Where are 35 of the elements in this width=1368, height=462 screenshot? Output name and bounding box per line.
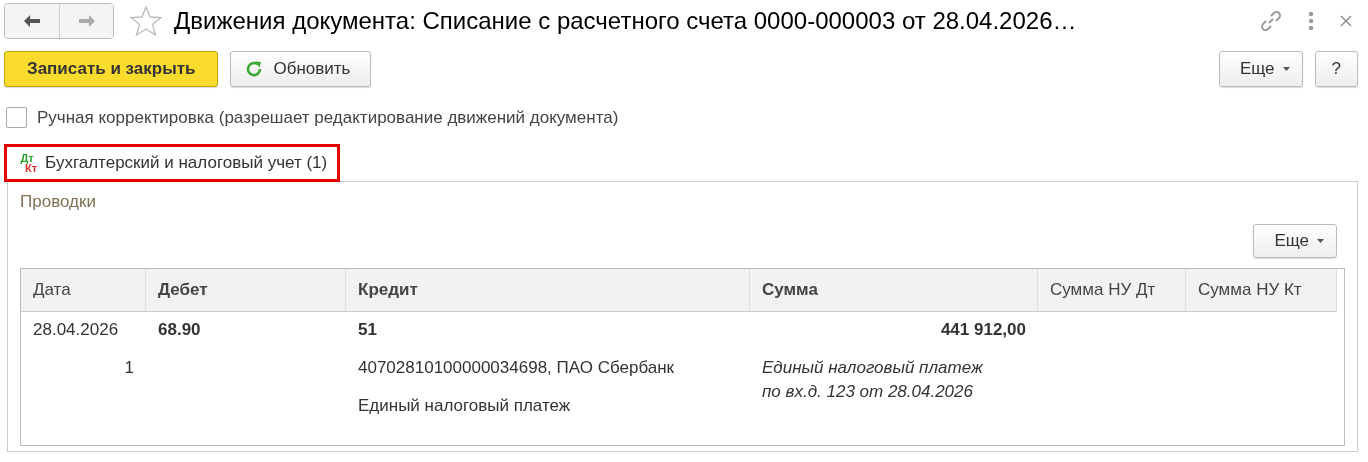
forward-arrow-icon	[77, 14, 96, 28]
table-cell-text: 1	[123, 358, 134, 378]
more-button[interactable]: Еще	[1218, 51, 1303, 87]
star-icon[interactable]	[130, 5, 162, 37]
column-header[interactable]: Кредит	[346, 269, 750, 312]
caret-icon	[1317, 239, 1324, 243]
table-cell-text: Единый налоговый платеж	[358, 396, 572, 416]
caret-icon	[1282, 67, 1290, 71]
close-icon[interactable]	[1340, 15, 1352, 27]
column-header[interactable]: Дебет	[146, 269, 346, 312]
table-cell-text: 40702810100000034698, ПАО Сбербанк	[358, 358, 676, 378]
save-and-close-button[interactable]: Записать и закрыть	[4, 51, 219, 87]
debit-credit-icon: Дт Кт	[17, 153, 38, 173]
checkbox[interactable]	[6, 107, 27, 128]
column-header[interactable]: Сумма НУ Кт	[1186, 269, 1337, 312]
table-cell-text: 441 912,00	[939, 320, 1026, 340]
refresh-icon	[245, 60, 264, 78]
column-header[interactable]: Сумма НУ Дт	[1038, 269, 1186, 312]
window-title: Движения документа: Списание с расчетного счета 0000-000003 от 28.04.2026…	[174, 7, 1078, 35]
table-cell-text: 28.04.2026	[33, 320, 120, 340]
back-arrow-icon	[23, 14, 41, 28]
table-cell-text: по вх.д. 123 от 28.04.2026	[762, 381, 974, 403]
help-button[interactable]: ?	[1314, 51, 1358, 87]
link-icon[interactable]	[1260, 10, 1282, 32]
column-header[interactable]: Сумма	[750, 269, 1038, 312]
table-cell-text: Единый налоговый платеж	[762, 357, 984, 379]
table-cell-text: 51	[358, 320, 378, 340]
more-button[interactable]: Еще	[1253, 224, 1337, 258]
refresh-button[interactable]: Обновить	[230, 51, 372, 87]
section-title: Проводки	[20, 192, 97, 212]
more-vertical-icon[interactable]	[1308, 11, 1314, 31]
checkbox-label: Ручная корректировка (разрешает редактирование движений документа)	[37, 107, 619, 128]
column-header[interactable]: Дата	[21, 269, 146, 312]
table-cell-text: 68.90	[158, 320, 202, 340]
back-button[interactable]	[5, 4, 59, 38]
